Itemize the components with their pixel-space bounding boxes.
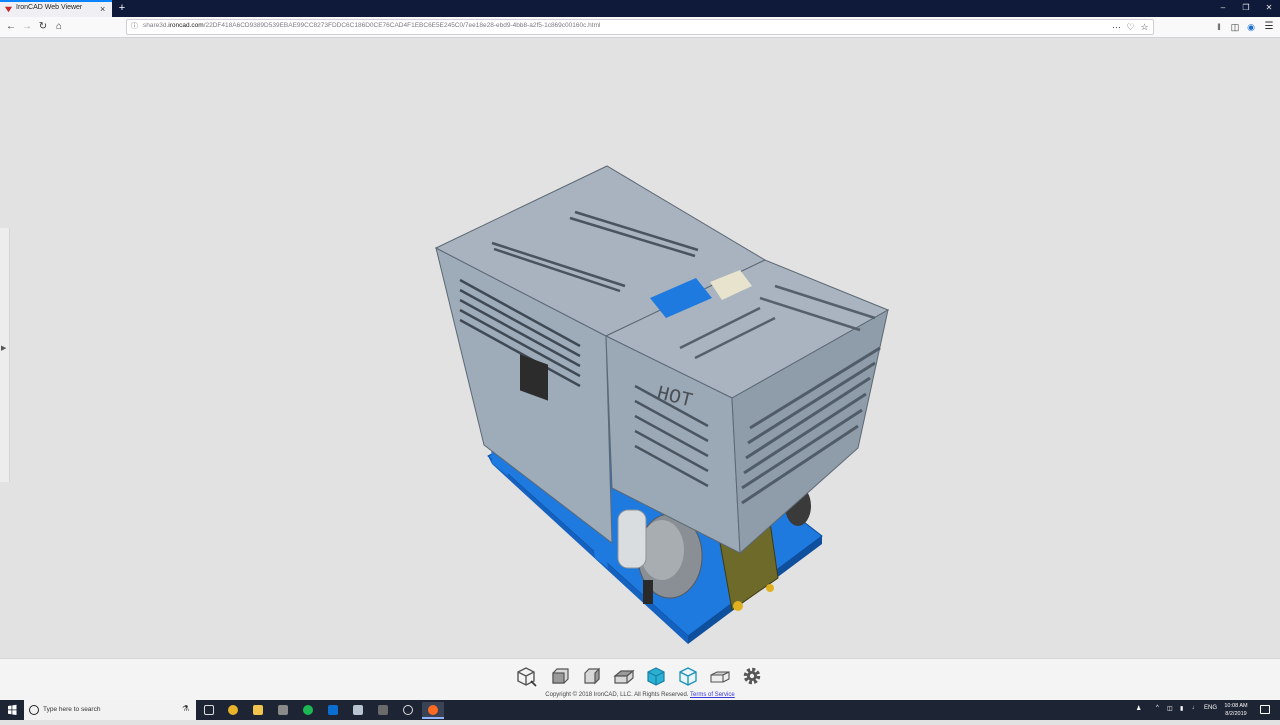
taskbar-search-input[interactable]: Type here to search ⚗ [24,700,196,720]
viewer-toolbar: Copyright © 2018 IronCAD, LLC. All Right… [0,658,1280,700]
network-icon[interactable]: ◫ [1167,705,1173,712]
windows-taskbar: Type here to search ⚗ ♟ ^ ◫ ▮ ♩ ENG 10:0… [0,700,1280,720]
tab-title: IronCAD Web Viewer [16,4,83,11]
generator-3d-model[interactable]: HOT [420,158,910,648]
minimize-window-icon[interactable]: – [1212,0,1234,17]
section-view-icon[interactable] [708,664,732,688]
url-text: share3d.ironcad.com/22DF418A6CD9389D539E… [143,22,601,29]
file-explorer-icon[interactable] [247,702,269,719]
cortana-icon [29,705,39,715]
new-tab-button[interactable]: + [116,0,128,17]
chrome-icon[interactable] [222,702,244,719]
side-view-icon[interactable] [580,664,604,688]
front-view-icon[interactable] [548,664,572,688]
clock-time: 10:08 AM [1224,703,1248,709]
top-view-icon[interactable] [612,664,636,688]
page-actions-icon[interactable]: ⋯ [1111,22,1122,33]
show-hidden-icons-chevron-icon[interactable]: ^ [1156,705,1159,711]
bookmark-star-icon[interactable]: ☆ [1139,22,1150,33]
action-center-icon[interactable] [1260,705,1270,714]
restore-window-icon[interactable]: ❐ [1235,0,1257,17]
back-arrow-icon[interactable]: ← [4,20,18,34]
battery-icon[interactable]: ▮ [1180,705,1183,712]
copyright-notice: Copyright © 2018 IronCAD, LLC. All Right… [545,692,735,698]
wireframe-view-icon[interactable] [676,664,700,688]
sidebar-icon[interactable]: ◫ [1228,20,1242,34]
firefox-icon[interactable] [422,702,444,719]
library-icon[interactable]: ‖ [1212,20,1226,34]
browser-nav-bar: ← → ↻ ⌂ ⓘ share3d.ironcad.com/22DF418A6C… [0,17,1280,38]
microphone-icon[interactable]: ⚗ [182,704,189,713]
home-icon[interactable]: ⌂ [52,20,66,34]
spotify-icon[interactable] [297,702,319,719]
windows-start-icon[interactable] [0,700,24,720]
ironcad-app-icon[interactable] [347,702,369,719]
close-window-icon[interactable]: ✕ [1258,0,1280,17]
expand-panel-chevron-icon[interactable]: ▶ [1,344,6,352]
forward-arrow-icon[interactable]: → [20,20,34,34]
reload-icon[interactable]: ↻ [36,20,50,34]
browser-tab-bar: IronCAD Web Viewer × + – ❐ ✕ [0,0,1280,17]
task-view-icon[interactable] [198,702,220,719]
clock-date: 8/2/2019 [1225,711,1247,717]
shaded-view-icon[interactable] [644,664,668,688]
browser-tab[interactable]: IronCAD Web Viewer × [0,0,112,17]
address-bar[interactable]: ⓘ share3d.ironcad.com/22DF418A6CD9389D53… [126,19,1154,35]
outlook-icon[interactable] [322,702,344,719]
pocket-icon[interactable]: ♡ [1125,22,1136,33]
photos-app-icon[interactable] [272,702,294,719]
clock-app-icon[interactable] [397,702,419,719]
settings-gear-icon[interactable] [740,664,764,688]
search-placeholder: Type here to search [43,706,101,713]
taskbar-clock[interactable]: 10:08 AM 8/2/2019 [1216,702,1256,718]
3d-viewer-canvas[interactable]: ▶ HOT [0,38,1280,658]
side-panel-handle[interactable]: ▶ [0,228,10,482]
site-info-icon[interactable]: ⓘ [130,22,139,31]
people-icon[interactable]: ♟ [1136,705,1141,712]
terms-of-service-link[interactable]: Terms of Service [690,692,735,698]
fit-view-icon[interactable] [514,664,538,688]
ironcad-favicon-icon [4,6,13,13]
volume-icon[interactable]: ♩ [1192,705,1198,711]
account-icon[interactable]: ◉ [1244,20,1258,34]
media-app-icon[interactable] [372,702,394,719]
menu-hamburger-icon[interactable]: ☰ [1262,20,1276,34]
tab-close-icon[interactable]: × [100,3,105,15]
